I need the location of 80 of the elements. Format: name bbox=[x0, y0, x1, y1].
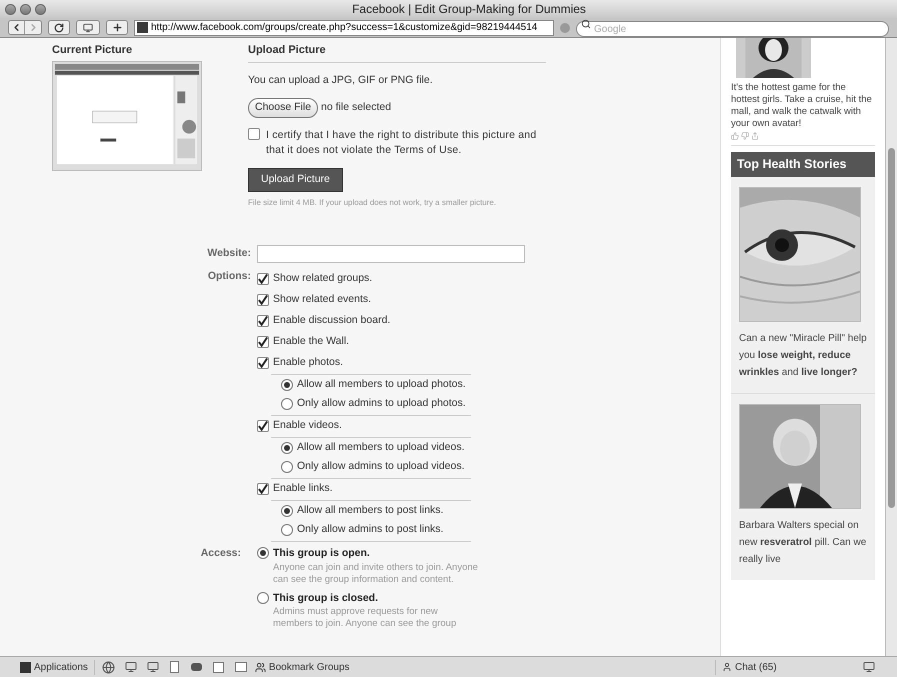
access-description: Anyone can join and invite others to join. Anyone can see the group information and content. bbox=[273, 562, 478, 586]
field-label: Website: bbox=[206, 246, 251, 261]
upload-hint: You can upload a JPG, GIF or PNG file. bbox=[248, 72, 434, 88]
option-label: Show related events. bbox=[273, 292, 372, 308]
choice-label: Allow all members to upload videos. bbox=[297, 440, 464, 456]
window-title: Facebook | Edit Group-Making for Dummies bbox=[352, 1, 586, 18]
snapback-button[interactable] bbox=[76, 20, 100, 35]
radio-button[interactable] bbox=[281, 524, 293, 536]
upload-picture-button[interactable]: Upload Picture bbox=[248, 168, 343, 192]
bookmark-groups-button[interactable]: Bookmark Groups bbox=[254, 660, 350, 674]
check-icon bbox=[258, 336, 268, 348]
chat-button[interactable]: Chat (65) bbox=[715, 660, 855, 674]
check-icon bbox=[258, 274, 268, 285]
choice-label: Only allow admins to upload photos. bbox=[297, 396, 466, 412]
window-control-icon[interactable] bbox=[35, 4, 46, 14]
field-label: Access: bbox=[200, 546, 242, 561]
checkbox[interactable] bbox=[257, 315, 269, 328]
choice-label: Only allow admins to upload videos. bbox=[297, 459, 465, 474]
thumbs-down-icon[interactable] bbox=[741, 132, 749, 140]
option-label: Enable the Wall. bbox=[273, 334, 350, 350]
radio-button[interactable] bbox=[281, 379, 293, 392]
thumbs-up-icon[interactable] bbox=[731, 132, 739, 140]
radio-button[interactable] bbox=[257, 546, 269, 559]
globe-icon[interactable] bbox=[100, 659, 117, 675]
check-icon bbox=[258, 294, 268, 306]
site-icon bbox=[137, 22, 148, 33]
choice-label: Allow all members to upload photos. bbox=[297, 377, 466, 392]
checkbox[interactable] bbox=[257, 483, 269, 496]
size-note: File size limit 4 MB. If your upload does not work, try a smaller picture. bbox=[248, 196, 498, 209]
website-field[interactable] bbox=[257, 244, 525, 263]
check-icon bbox=[258, 484, 268, 495]
check-icon bbox=[258, 316, 268, 327]
people-icon bbox=[254, 662, 266, 672]
story-text[interactable]: Can a new "Miracle Pill" help you lose weight, reduce wrinkles and live longer? bbox=[739, 330, 867, 381]
logo-icon bbox=[20, 662, 31, 672]
option-label: Enable links. bbox=[273, 481, 333, 496]
check-icon bbox=[258, 420, 268, 432]
reload-icon bbox=[54, 22, 64, 32]
access-description: Admins must approve requests for new members to join. Anyone can see the group bbox=[273, 606, 458, 630]
option-label: Enable photos. bbox=[273, 355, 344, 370]
checkbox[interactable] bbox=[248, 128, 260, 140]
add-bookmark-button[interactable] bbox=[106, 20, 128, 35]
option-label: Show related groups. bbox=[273, 271, 372, 286]
checkbox[interactable] bbox=[257, 294, 269, 306]
radio-button[interactable] bbox=[281, 505, 293, 518]
radio-button[interactable] bbox=[281, 398, 293, 410]
checkbox[interactable] bbox=[257, 273, 269, 286]
check-icon bbox=[258, 358, 268, 369]
access-title: This group is closed. bbox=[273, 590, 380, 606]
access-title: This group is open. bbox=[273, 546, 371, 561]
section-heading: Upload Picture bbox=[248, 42, 546, 62]
scrollbar[interactable] bbox=[885, 38, 897, 656]
certify-label: I certify that I have the right to distribute this picture and that it does not violate the Terms of Use. bbox=[266, 128, 538, 158]
monitor-icon bbox=[83, 22, 93, 32]
ad-text: It's the hottest game for the hottest girls. Take a cruise, hit the mall, and walk the catwalk with your own avatar! bbox=[731, 82, 873, 130]
reload-button[interactable] bbox=[48, 20, 70, 35]
applications-button[interactable]: Applications bbox=[20, 660, 95, 674]
person-icon bbox=[722, 662, 732, 672]
radio-button[interactable] bbox=[281, 461, 293, 474]
radio-button[interactable] bbox=[257, 592, 269, 604]
choose-file-button[interactable]: Choose File bbox=[248, 98, 318, 118]
checkbox[interactable] bbox=[257, 357, 269, 370]
window-control-icon[interactable] bbox=[20, 4, 31, 14]
section-heading: Current Picture bbox=[52, 43, 134, 58]
option-label: Enable discussion board. bbox=[273, 313, 390, 328]
checkbox[interactable] bbox=[257, 336, 269, 348]
section-header: Top Health Stories bbox=[731, 152, 875, 177]
option-label: Enable videos. bbox=[273, 418, 342, 434]
monitor-icon[interactable] bbox=[861, 659, 877, 675]
file-status: no file selected bbox=[321, 100, 392, 116]
search-field[interactable]: Google bbox=[576, 21, 889, 37]
choice-label: Only allow admins to post links. bbox=[297, 522, 444, 538]
story-text[interactable]: Barbara Walters special on new resveratrol pill. Can we really live bbox=[739, 516, 867, 568]
checkbox[interactable] bbox=[257, 420, 269, 432]
choice-label: Allow all members to post links. bbox=[297, 503, 444, 518]
window-control-icon[interactable] bbox=[5, 4, 16, 14]
radio-button[interactable] bbox=[281, 442, 293, 454]
address-field[interactable]: http://www.facebook.com/groups/create.php?success=1&customize&gid=98219444514 bbox=[134, 20, 554, 36]
plus-icon bbox=[112, 22, 122, 33]
field-label: Options: bbox=[206, 268, 251, 284]
